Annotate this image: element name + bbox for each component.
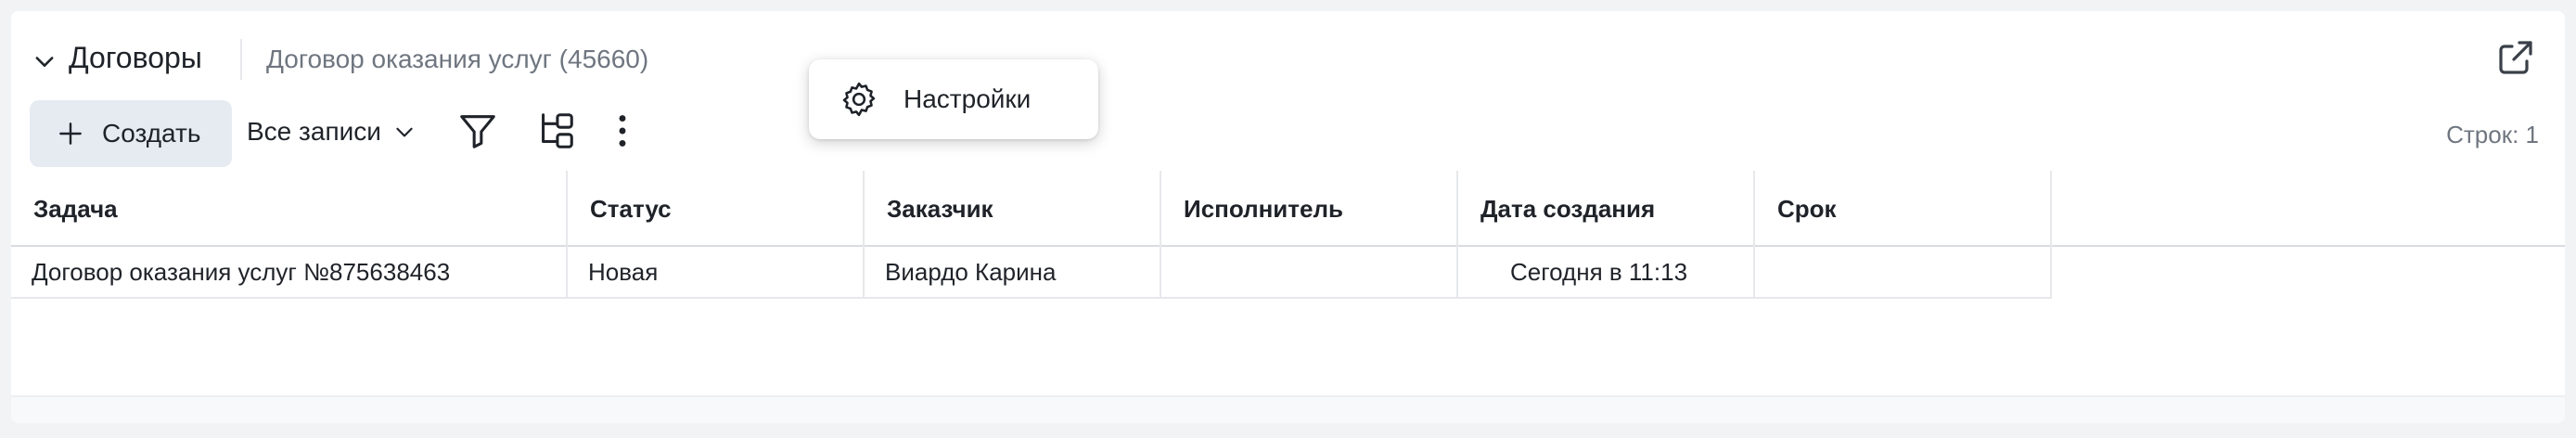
column-header-task[interactable]: Задача [11,171,568,247]
rows-count: Строк: 1 [2446,121,2539,148]
settings-menu: Настройки [809,59,1098,139]
column-header-deadline[interactable]: Срок [1755,171,2052,247]
records-table: Задача Статус Заказчик Исполнитель Дата … [11,171,2565,299]
table-row[interactable]: Договор оказания услуг №875638463 Новая … [11,247,2565,299]
chevron-down-icon[interactable] [32,48,58,74]
column-header-executor[interactable]: Исполнитель [1161,171,1458,247]
column-header-created-date[interactable]: Дата создания [1458,171,1755,247]
hierarchy-icon[interactable] [534,110,577,152]
cell-created-date: Сегодня в 11:13 [1458,247,1755,299]
cell-task[interactable]: Договор оказания услуг №875638463 [11,247,568,299]
cell-customer: Виардо Карина [865,247,1161,299]
table-header: Задача Статус Заказчик Исполнитель Дата … [11,171,2565,247]
panel-header: Договоры Договор оказания услуг (45660) [11,11,2565,97]
cell-status: Новая [568,247,865,299]
settings-menu-item[interactable]: Настройки [904,84,1031,114]
cell-executor [1161,247,1458,299]
toolbar: Создать Все записи Строк: 1 [11,89,2565,167]
page-title: Договоры [69,41,202,74]
filter-icon[interactable] [456,110,499,152]
create-button-label: Создать [102,119,201,148]
gear-icon [842,82,876,117]
cell-deadline [1755,247,2052,299]
column-header-status[interactable]: Статус [568,171,865,247]
records-view-select[interactable]: Все записи [247,117,417,147]
more-vertical-icon[interactable] [601,110,644,152]
records-view-label: Все записи [247,117,381,146]
column-header-customer[interactable]: Заказчик [865,171,1161,247]
horizontal-scrollbar[interactable] [11,397,2565,423]
create-button[interactable]: Создать [30,100,232,167]
external-link-icon[interactable] [2493,35,2538,80]
contracts-panel: Договоры Договор оказания услуг (45660) … [11,11,2565,423]
plus-icon [59,122,82,145]
page-subtitle: Договор оказания услуг (45660) [266,45,649,73]
header-divider [240,39,242,80]
chevron-down-icon [396,127,413,137]
